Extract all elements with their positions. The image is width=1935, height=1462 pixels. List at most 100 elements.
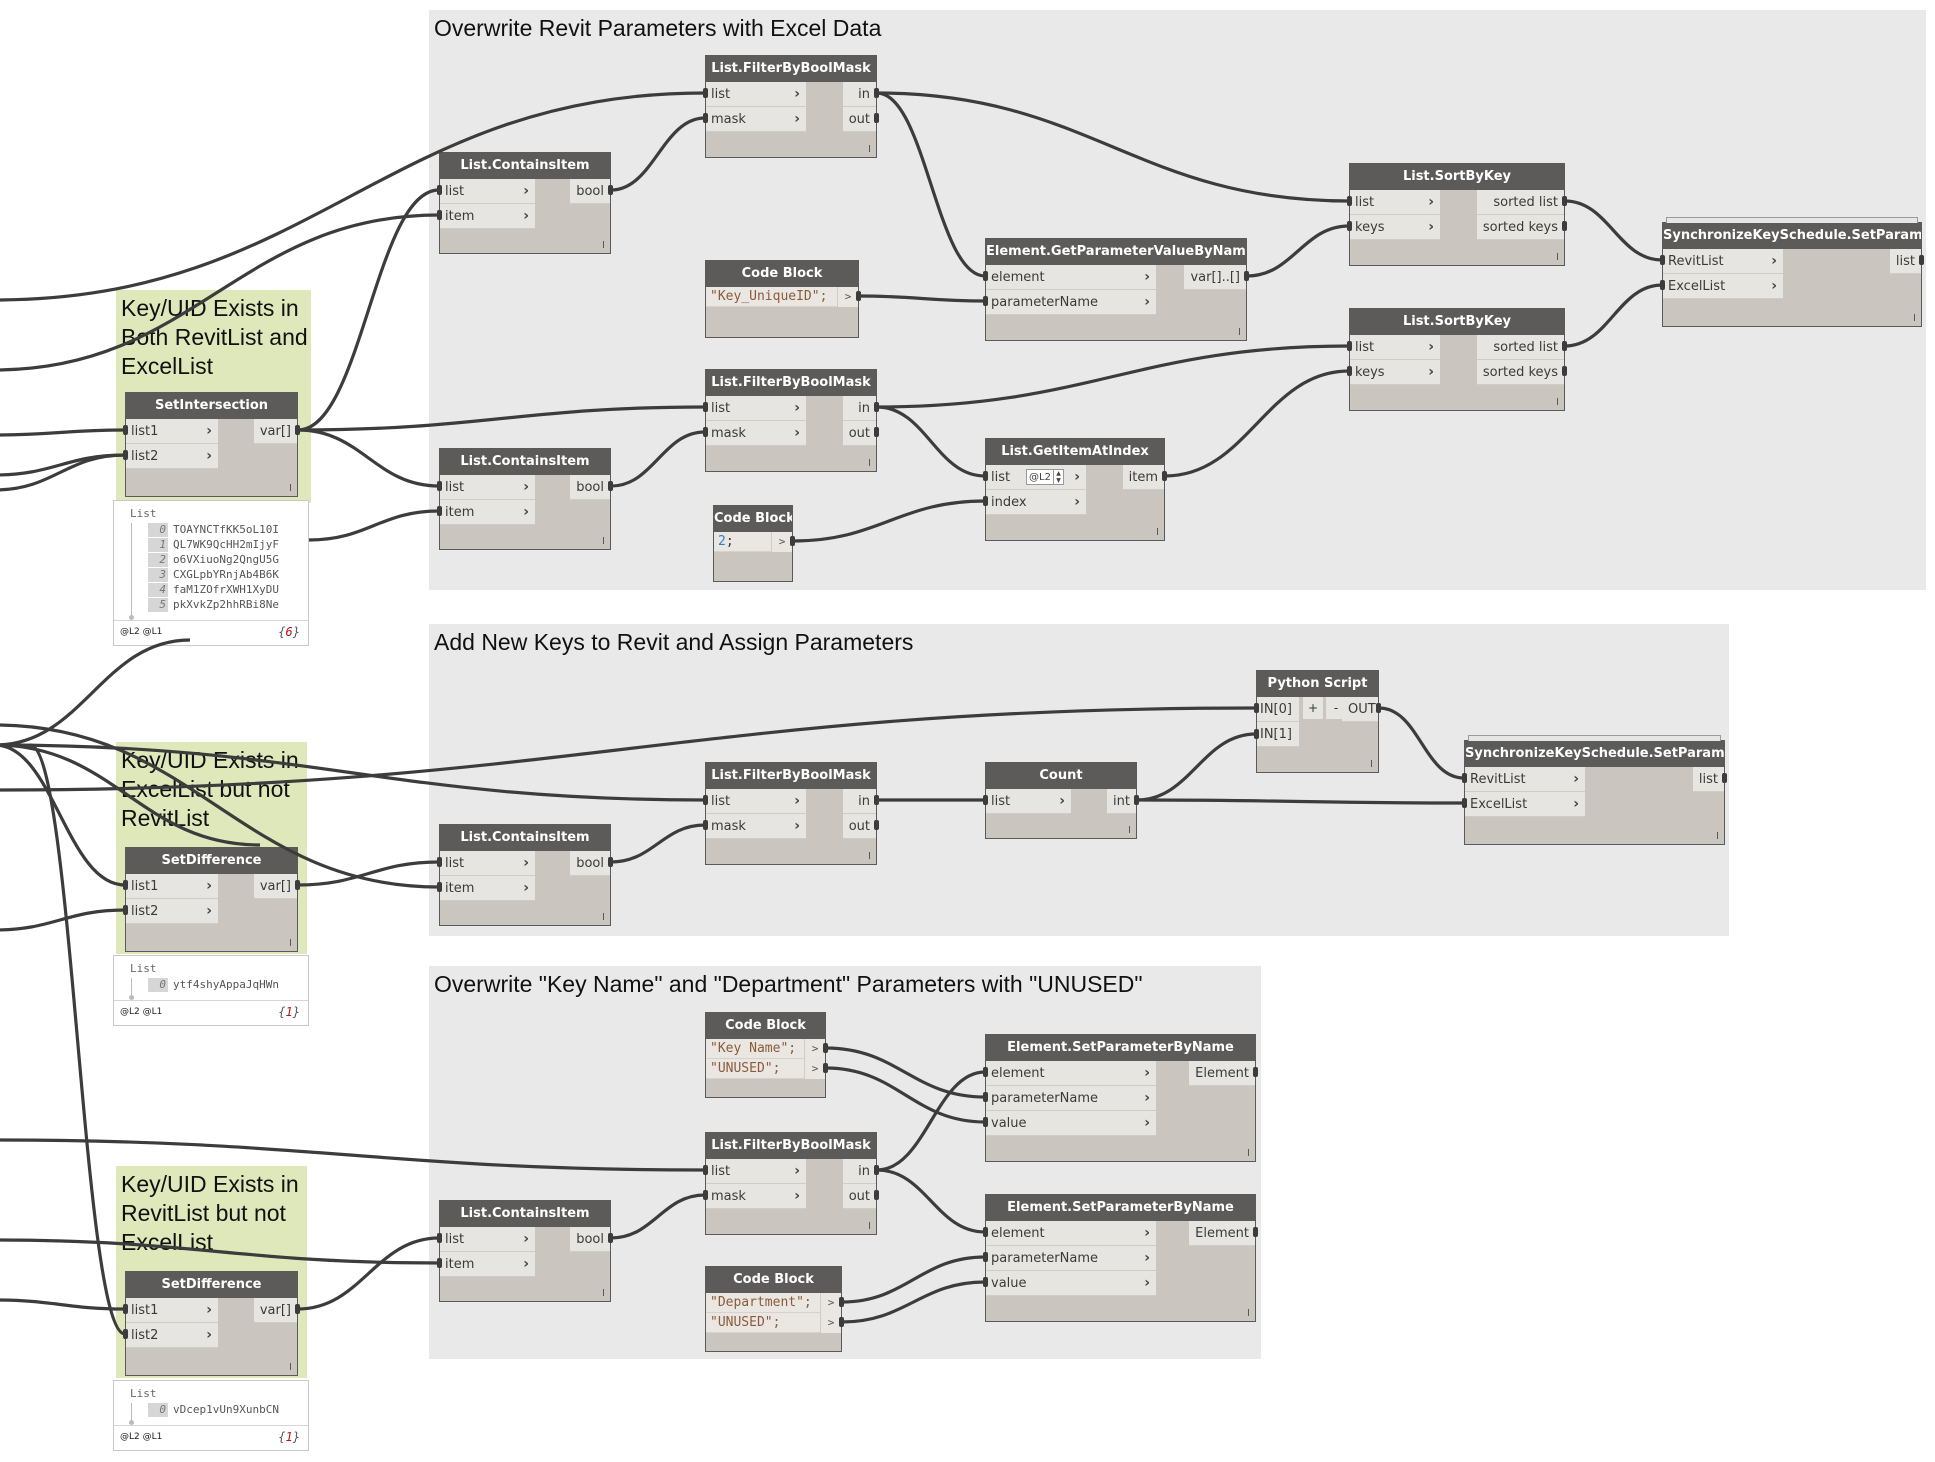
code-line[interactable]: 2; > xyxy=(714,532,792,552)
output-port-bool[interactable]: bool xyxy=(570,179,610,204)
input-port-list[interactable]: list › xyxy=(706,82,806,107)
input-port-item[interactable]: item › xyxy=(440,204,535,229)
node-code-block[interactable]: Code Block 2; > xyxy=(713,505,793,582)
code-text[interactable]: "Key_UniqueID"; xyxy=(710,289,827,304)
node-list-getitematindex[interactable]: List.GetItemAtIndex list @L2 ▲ ▼ › index › item I xyxy=(985,438,1165,541)
node-synchronizekeyschedule-setparameters[interactable]: SynchronizeKeySchedule.SetParametersRevi… xyxy=(1662,217,1922,327)
input-port-element[interactable]: element › xyxy=(986,265,1156,290)
lacing-indicator[interactable]: I xyxy=(602,912,605,923)
node-setdifference[interactable]: SetDifference list1 › list2 › var[] I xyxy=(125,847,298,952)
input-port[interactable]: IN[1] xyxy=(1257,722,1299,747)
output-port-element[interactable]: Element xyxy=(1189,1221,1255,1246)
node-list-filterbyboolmask[interactable]: List.FilterByBoolMask list › mask › in out I xyxy=(705,55,877,158)
input-port-keys[interactable]: keys › xyxy=(1350,215,1440,240)
input-port-mask[interactable]: mask › xyxy=(706,421,806,446)
connector-wire[interactable] xyxy=(0,453,126,492)
lacing-indicator[interactable]: I xyxy=(1556,397,1559,408)
connector-wire[interactable] xyxy=(297,860,440,887)
input-port-revitlist[interactable]: RevitList › xyxy=(1663,249,1783,274)
output-port-out[interactable]: out xyxy=(842,421,876,446)
input-port-list[interactable]: list › xyxy=(706,396,806,421)
connector-wire[interactable] xyxy=(297,428,440,488)
node-title[interactable]: SynchronizeKeySchedule.SetParameters xyxy=(1663,223,1921,249)
lacing-indicator[interactable]: I xyxy=(289,483,292,494)
input-port-excellist[interactable]: ExcelList › xyxy=(1663,274,1783,299)
output-port-sorted-list[interactable]: sorted list xyxy=(1476,335,1564,360)
input-port-list[interactable]: list › xyxy=(440,475,535,500)
output-port[interactable]: > xyxy=(820,1313,841,1333)
output-port-item[interactable]: item xyxy=(1122,465,1164,490)
input-port-item[interactable]: item › xyxy=(440,500,535,525)
list-levels[interactable]: @L2 @L1 xyxy=(120,1432,162,1442)
node-code-block[interactable]: Code Block "Department"; > "UNUSED"; > xyxy=(705,1266,842,1352)
input-port[interactable]: IN[0] xyxy=(1257,697,1299,722)
code-text[interactable]: 2; xyxy=(718,534,734,549)
input-port-list1[interactable]: list1 › xyxy=(126,1298,218,1323)
input-port-list[interactable]: list › xyxy=(706,1159,806,1184)
output-port-in[interactable]: in xyxy=(842,82,876,107)
add-input-button[interactable]: + xyxy=(1303,697,1323,719)
input-port-item[interactable]: item › xyxy=(440,1252,535,1277)
lacing-indicator[interactable]: I xyxy=(868,1221,871,1232)
connector-wire[interactable] xyxy=(0,453,126,477)
input-port-item[interactable]: item › xyxy=(440,876,535,901)
code-text[interactable]: "Department"; xyxy=(710,1295,812,1310)
output-port-in[interactable]: in xyxy=(842,396,876,421)
node-title[interactable]: List.ContainsItem xyxy=(440,449,610,475)
input-port-list[interactable]: list › xyxy=(986,789,1071,814)
input-port-revitlist[interactable]: RevitList › xyxy=(1465,767,1585,792)
lacing-indicator[interactable]: I xyxy=(289,1362,292,1373)
watch-preview-revit-only[interactable]: List 0 vDcep1vUn9XunbCN @L2 @L1 {1} xyxy=(113,1380,309,1451)
node-element-setparameterbyname[interactable]: Element.SetParameterByName element › parame… xyxy=(985,1034,1256,1162)
connector-wire[interactable] xyxy=(29,743,126,1336)
output-port-list[interactable]: list xyxy=(1692,767,1724,792)
node-setintersection[interactable]: SetIntersection list1 › list2 › var[] I xyxy=(125,392,298,497)
node-title[interactable]: Code Block xyxy=(706,261,858,287)
lacing-indicator[interactable]: I xyxy=(1238,327,1241,338)
node-title[interactable]: Element.SetParameterByName xyxy=(986,1035,1255,1061)
code-line[interactable]: "Department"; > xyxy=(706,1293,841,1313)
output-port-out[interactable]: out xyxy=(842,107,876,132)
input-port-list2[interactable]: list2 › xyxy=(126,1323,218,1348)
node-title[interactable]: Code Block xyxy=(706,1267,841,1293)
lacing-indicator[interactable]: I xyxy=(1156,527,1159,538)
connector-wire[interactable] xyxy=(0,638,191,747)
code-text[interactable]: "UNUSED"; xyxy=(710,1061,780,1076)
node-list-containsitem[interactable]: List.ContainsItem list › item › bool I xyxy=(439,1200,611,1302)
input-port-element[interactable]: element › xyxy=(986,1061,1156,1086)
node-element-setparameterbyname[interactable]: Element.SetParameterByName element › parame… xyxy=(985,1194,1256,1322)
output-port-bool[interactable]: bool xyxy=(570,851,610,876)
node-title[interactable]: Element.GetParameterValueByName xyxy=(986,239,1246,265)
connector-wire[interactable] xyxy=(0,428,126,437)
node-title[interactable]: Code Block xyxy=(714,506,792,532)
node-title[interactable]: List.FilterByBoolMask xyxy=(706,370,876,396)
lacing-indicator[interactable]: I xyxy=(289,938,292,949)
node-title[interactable]: List.FilterByBoolMask xyxy=(706,763,876,789)
output-port[interactable]: > xyxy=(804,1039,825,1059)
output-port[interactable]: > xyxy=(804,1059,825,1079)
list-level-selector[interactable]: @L2 ▲ ▼ xyxy=(1026,469,1064,485)
node-title[interactable]: SetDifference xyxy=(126,1272,297,1298)
input-port-list2[interactable]: list2 › xyxy=(126,899,218,924)
input-port-mask[interactable]: mask › xyxy=(706,814,806,839)
node-title[interactable]: List.GetItemAtIndex xyxy=(986,439,1164,465)
output-port-list[interactable]: list xyxy=(1889,249,1921,274)
node-title[interactable]: Element.SetParameterByName xyxy=(986,1195,1255,1221)
output-port-bool[interactable]: bool xyxy=(570,475,610,500)
node-list-containsitem[interactable]: List.ContainsItem list › item › bool I xyxy=(439,448,611,550)
node-element-getparametervaluebyname[interactable]: Element.GetParameterValueByName element › p… xyxy=(985,238,1247,341)
list-levels[interactable]: @L2 @L1 xyxy=(120,1007,162,1017)
lacing-indicator[interactable]: I xyxy=(1128,825,1131,836)
input-port-excellist[interactable]: ExcelList › xyxy=(1465,792,1585,817)
connector-wire[interactable] xyxy=(308,509,440,542)
input-port-list1[interactable]: list1 › xyxy=(126,874,218,899)
node-list-sortbykey[interactable]: List.SortByKey list › keys › sorted list sorte… xyxy=(1349,308,1565,411)
node-title[interactable]: Python Script xyxy=(1257,671,1378,697)
lacing-indicator[interactable]: I xyxy=(1556,252,1559,263)
input-port-value[interactable]: value › xyxy=(986,1271,1156,1296)
output-port-element[interactable]: Element xyxy=(1189,1061,1255,1086)
input-port-parametername[interactable]: parameterName › xyxy=(986,1086,1156,1111)
node-title[interactable]: Code Block xyxy=(706,1013,825,1039)
code-text[interactable]: "Key Name"; xyxy=(710,1041,796,1056)
node-title[interactable]: List.FilterByBoolMask xyxy=(706,1133,876,1159)
